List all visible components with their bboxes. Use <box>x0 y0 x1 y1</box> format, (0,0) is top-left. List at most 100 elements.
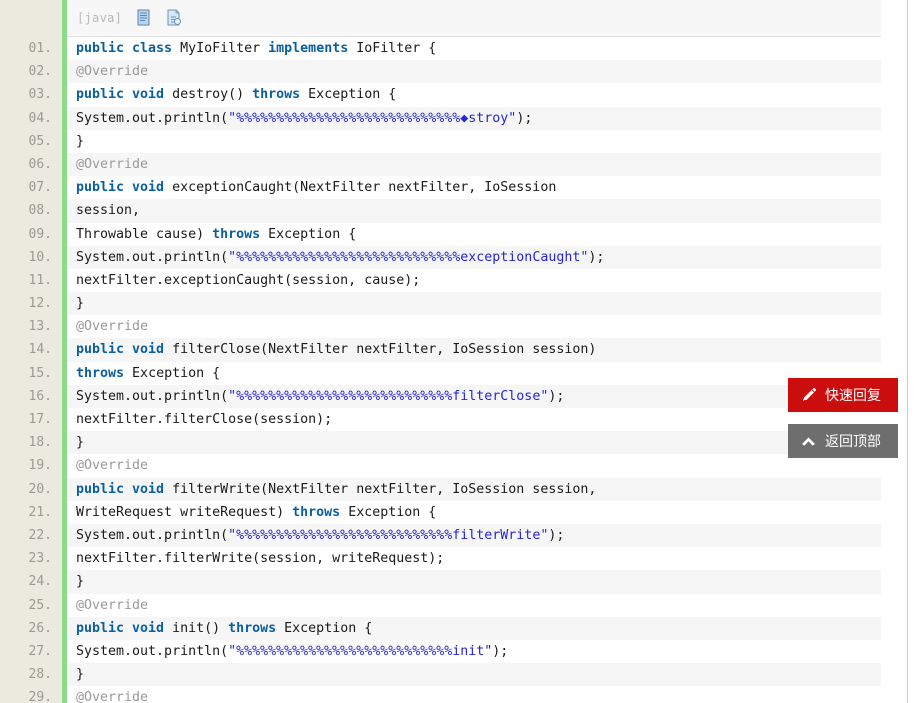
code-line-text: } <box>76 292 84 315</box>
code-token-kw: throws <box>76 365 125 381</box>
line-accent-bar <box>62 593 67 617</box>
code-line-text: System.out.println("%%%%%%%%%%%%%%%%%%%%… <box>76 246 604 269</box>
code-token-pln: } <box>76 667 85 683</box>
gutter-spacer <box>52 616 62 640</box>
code-token-pln: Throwable cause) <box>76 226 213 242</box>
line-accent-bar <box>62 477 67 501</box>
line-number: 03. <box>0 83 52 107</box>
line-number: 18. <box>0 431 52 455</box>
gutter-spacer <box>52 268 62 293</box>
code-token-pln: ); <box>492 643 509 659</box>
code-line-text: System.out.println("%%%%%%%%%%%%%%%%%%%%… <box>76 385 564 408</box>
code-line: 23. nextFilter.filterWrite(session, write… <box>0 547 881 571</box>
code-token-kw: public void <box>76 180 165 196</box>
line-accent-bar <box>62 639 67 664</box>
line-accent-bar <box>62 315 67 339</box>
line-number: 23. <box>0 547 52 571</box>
back-to-top-button[interactable]: 返回顶部 <box>788 424 898 458</box>
gutter-spacer <box>52 245 62 269</box>
gutter-spacer <box>52 384 62 408</box>
code-line: 24.} <box>0 570 881 594</box>
line-number: 08. <box>0 199 52 223</box>
line-number: 22. <box>0 523 52 548</box>
gutter-spacer <box>52 686 62 703</box>
code-block-header: [java] <box>67 0 881 37</box>
code-line-text: session, <box>76 199 140 222</box>
line-number: 28. <box>0 663 52 687</box>
code-line-text: } <box>76 570 84 593</box>
line-number: 21. <box>0 500 52 524</box>
code-line-text: System.out.println("%%%%%%%%%%%%%%%%%%%%… <box>76 107 532 130</box>
gutter-spacer <box>52 176 62 200</box>
code-lines: 01. public class MyIoFilter implements Io… <box>0 37 881 703</box>
code-token-ann: @Override <box>76 597 149 613</box>
code-token-pln: } <box>76 435 85 451</box>
code-line-text: } <box>76 130 84 153</box>
gutter-spacer <box>52 477 62 501</box>
gutter-spacer <box>52 570 62 594</box>
code-line-text: public void filterClose(NextFilter nextF… <box>76 338 596 361</box>
gutter-spacer <box>52 129 62 153</box>
code-line-text: @Override <box>76 315 148 338</box>
code-line-text: public void destroy() throws Exception { <box>76 83 396 106</box>
code-token-pln: IoFilter { <box>348 41 437 56</box>
code-line-text: nextFilter.filterClose(session); <box>76 408 332 431</box>
code-token-pln: ); <box>548 388 565 404</box>
code-token-pln: Exception { <box>276 620 373 636</box>
code-token-pln: nextFilter.filterClose(session); <box>76 412 333 427</box>
code-token-pln: Exception { <box>124 365 221 381</box>
code-token-pln: filterClose(NextFilter nextFilter, IoSes… <box>164 342 597 358</box>
code-line: 05.} <box>0 129 881 153</box>
line-accent-bar <box>62 268 67 293</box>
code-token-kw: public void <box>76 87 165 103</box>
code-line: 08. session, <box>0 199 881 223</box>
line-number: 26. <box>0 616 52 640</box>
code-token-kw: throws <box>252 87 301 103</box>
code-line-text: public void exceptionCaught(NextFilter n… <box>76 176 556 199</box>
code-line: 11. nextFilter.exceptionCaught(session, c… <box>0 268 881 293</box>
line-accent-bar <box>62 361 67 385</box>
code-token-pln: session, <box>76 203 141 219</box>
line-number: 14. <box>0 338 52 362</box>
code-token-kw: public void <box>76 481 165 497</box>
gutter-spacer <box>52 37 62 61</box>
code-token-ann: @Override <box>76 64 149 80</box>
line-accent-bar <box>62 245 67 269</box>
code-token-pln: init() <box>164 620 229 636</box>
gutter-spacer <box>52 431 62 455</box>
line-accent-bar <box>62 106 67 130</box>
code-token-kw: throws <box>292 504 341 520</box>
code-token-pln: exceptionCaught(NextFilter nextFilter, I… <box>164 180 557 196</box>
code-token-pln: System.out.println( <box>76 643 229 659</box>
code-token-pln: System.out.println( <box>76 527 229 543</box>
line-accent-bar <box>62 384 67 408</box>
line-accent-bar <box>62 408 67 432</box>
code-line-text: Throwable cause) throws Exception { <box>76 223 356 246</box>
code-line: 18.} <box>0 431 881 455</box>
code-line: 02. @Override <box>0 60 881 84</box>
code-token-ann: @Override <box>76 319 149 335</box>
code-token-pln: destroy() <box>164 87 253 103</box>
code-line-text: @Override <box>76 686 148 703</box>
line-number: 04. <box>0 106 52 130</box>
code-token-pln: } <box>76 296 85 312</box>
line-number: 16. <box>0 384 52 408</box>
code-line: 20. public void filterWrite(NextFilter ne… <box>0 477 881 501</box>
code-token-kw: public void <box>76 620 165 636</box>
code-line-text: nextFilter.exceptionCaught(session, caus… <box>76 269 420 292</box>
copy-code-icon[interactable] <box>136 9 152 27</box>
code-token-pln: nextFilter.filterWrite(session, writeReq… <box>76 551 445 567</box>
page-right-margin <box>908 0 922 703</box>
code-token-pln: System.out.println( <box>76 110 229 126</box>
code-line-text: public void init() throws Exception { <box>76 617 372 640</box>
code-line: 22. System.out.println("%%%%%%%%%%%%%%%%%… <box>0 523 881 548</box>
line-number: 11. <box>0 268 52 293</box>
line-accent-bar <box>62 129 67 153</box>
code-token-pln: System.out.println( <box>76 249 229 265</box>
quick-reply-button[interactable]: 快速回复 <box>788 378 898 412</box>
line-number: 12. <box>0 292 52 316</box>
line-accent-bar <box>62 547 67 571</box>
code-line-text: WriteRequest writeRequest) throws Except… <box>76 501 436 524</box>
view-source-icon[interactable] <box>166 9 182 27</box>
line-number: 15. <box>0 361 52 385</box>
